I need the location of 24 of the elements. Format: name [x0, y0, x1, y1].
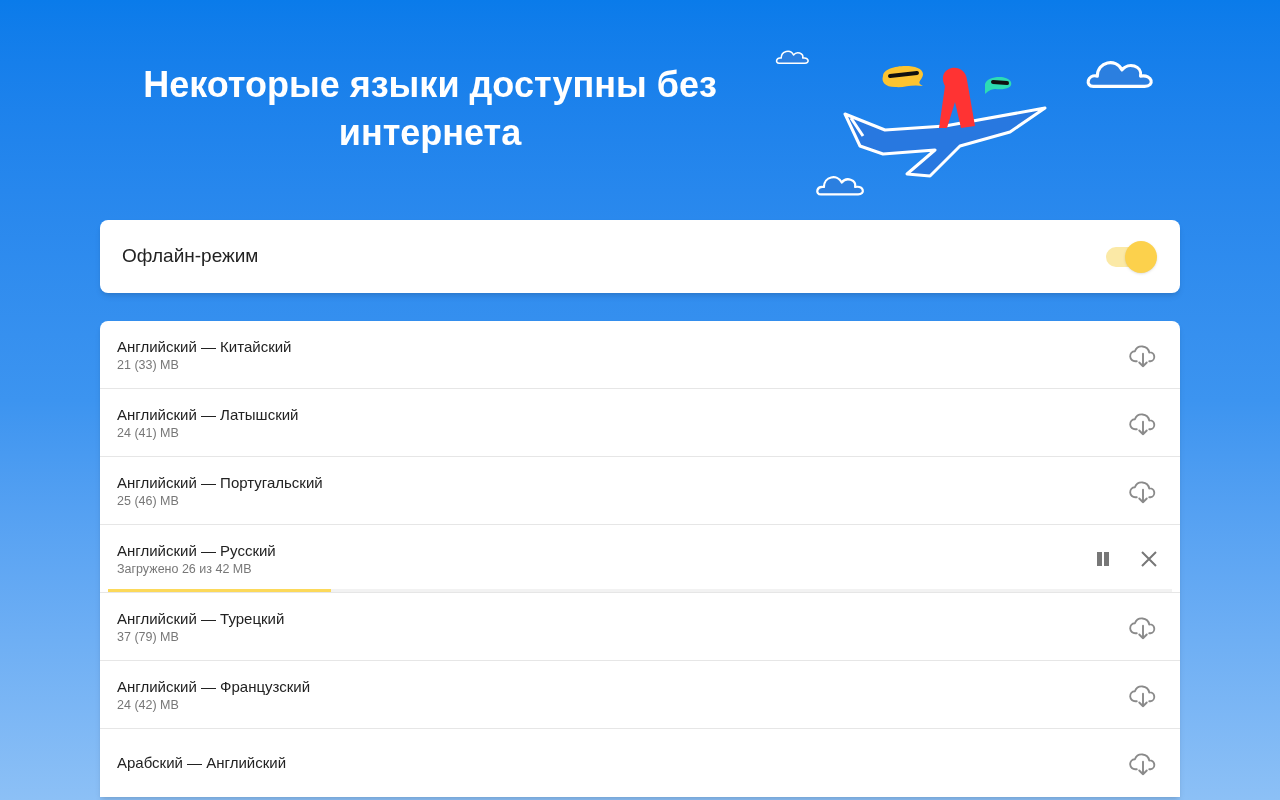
language-pair: Английский — Португальский	[117, 472, 324, 493]
language-row[interactable]: Английский — Китайский 21 (33) MB	[100, 321, 1180, 389]
language-pair: Английский — Турецкий	[117, 608, 286, 629]
size-label: 37 (79) MB	[117, 628, 180, 645]
size-label: 25 (46) MB	[117, 492, 180, 509]
language-pair: Английский — Французский	[117, 676, 312, 697]
page-title: Некоторые языки доступны без интернета	[142, 63, 718, 155]
language-pair: Английский — Русский	[117, 540, 277, 561]
language-pair: Английский — Китайский	[117, 336, 293, 357]
pause-icon[interactable]	[1096, 551, 1110, 566]
language-pair: Английский — Латышский	[117, 404, 300, 425]
language-pair: Арабский — Английский	[117, 753, 288, 773]
offline-label: Офлайн-режим	[122, 244, 259, 269]
language-row[interactable]: Английский — Русский Загружено 26 из 42 MB	[100, 525, 1180, 593]
language-row[interactable]: Английский — Латышский 24 (41) MB	[100, 389, 1180, 457]
language-row[interactable]: Арабский — Английский	[100, 729, 1180, 797]
size-label: 24 (41) MB	[117, 424, 180, 441]
language-row[interactable]: Английский — Португальский 25 (46) MB	[100, 457, 1180, 525]
size-label: Загружено 26 из 42 MB	[117, 560, 253, 577]
size-label: 21 (33) MB	[117, 356, 180, 373]
language-row[interactable]: Английский — Турецкий 37 (79) MB	[100, 593, 1180, 661]
close-icon[interactable]	[1140, 549, 1158, 568]
language-row[interactable]: Английский — Французский 24 (42) MB	[100, 661, 1180, 729]
size-label: 24 (42) MB	[117, 696, 180, 713]
